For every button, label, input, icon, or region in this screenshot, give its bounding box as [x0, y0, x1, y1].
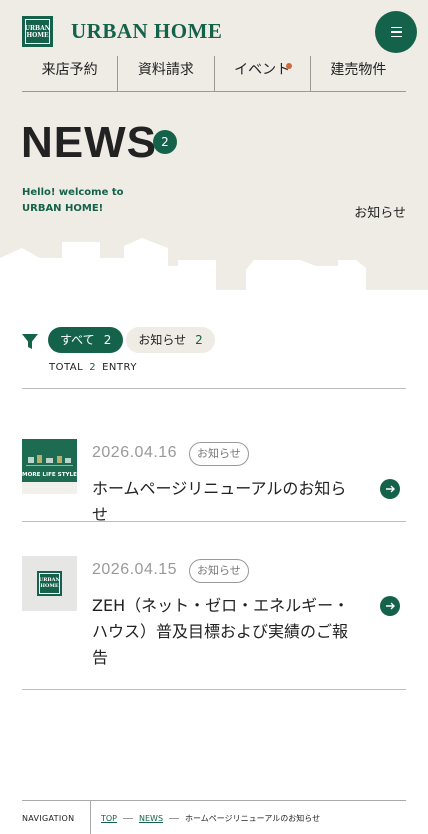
- welcome-text: Hello! welcome to URBAN HOME!: [22, 187, 124, 214]
- nav-item-request-docs[interactable]: 資料請求: [118, 56, 215, 91]
- logo-text: URBAN HOME: [71, 19, 223, 43]
- news-category-badge[interactable]: お知らせ: [189, 442, 249, 466]
- nav-item-homes-for-sale[interactable]: 建売物件: [311, 56, 406, 91]
- filter-pill-notice[interactable]: お知らせ 2: [126, 327, 215, 353]
- news-item[interactable]: URBAN HOME 2026.04.15 お知らせ ZEH（ネット・ゼロ・エネ…: [22, 556, 406, 667]
- divider: [22, 521, 406, 522]
- menu-button[interactable]: [375, 11, 417, 53]
- news-item[interactable]: MORE LIFE STYLE 2026.04.16 お知らせ ホームページリニ…: [22, 439, 406, 524]
- logo-mark-icon: URBAN HOME: [22, 16, 53, 47]
- news-count-badge: 2: [153, 130, 177, 154]
- arrow-right-icon[interactable]: [380, 596, 400, 616]
- news-category-badge[interactable]: お知らせ: [189, 559, 249, 583]
- category-filter: すべて 2 お知らせ 2: [22, 327, 218, 353]
- news-date: 2026.04.16: [92, 444, 178, 461]
- page-subtitle: お知らせ: [354, 206, 406, 221]
- breadcrumb-trail: TOP NEWS ホームページリニューアルのお知らせ: [101, 813, 320, 824]
- breadcrumb-link-top[interactable]: TOP: [101, 814, 117, 823]
- total-entries: TOTAL 2 ENTRY: [49, 362, 137, 373]
- top-nav: 来店予約 資料請求 イベント 建売物件: [22, 56, 406, 92]
- logo-mark-icon: URBAN HOME: [37, 571, 62, 596]
- new-event-dot: [285, 63, 292, 69]
- skyline-silhouette: [0, 238, 428, 292]
- filter-icon: [22, 334, 38, 349]
- divider: [22, 388, 406, 389]
- breadcrumb-label: NAVIGATION: [22, 814, 75, 823]
- breadcrumb: NAVIGATION TOP NEWS ホームページリニューアルのお知らせ: [22, 800, 406, 834]
- news-thumbnail: MORE LIFE STYLE: [22, 439, 77, 494]
- arrow-right-icon[interactable]: [380, 479, 400, 499]
- breadcrumb-link-news[interactable]: NEWS: [139, 814, 163, 823]
- news-date: 2026.04.15: [92, 561, 178, 578]
- hamburger-icon: [390, 27, 402, 29]
- site-logo[interactable]: URBAN HOME URBAN HOME: [22, 16, 222, 47]
- nav-item-events[interactable]: イベント: [215, 56, 311, 91]
- divider: [22, 689, 406, 690]
- nav-item-visit-reservation[interactable]: 来店予約: [22, 56, 119, 91]
- page-title: NEWS: [21, 118, 157, 167]
- breadcrumb-current: ホームページリニューアルのお知らせ: [185, 814, 321, 823]
- news-title[interactable]: ZEH（ネット・ゼロ・エネルギー・ハウス）普及目標および実績のご報告: [92, 593, 362, 671]
- news-thumbnail: URBAN HOME: [22, 556, 77, 611]
- filter-pill-all[interactable]: すべて 2: [48, 327, 124, 353]
